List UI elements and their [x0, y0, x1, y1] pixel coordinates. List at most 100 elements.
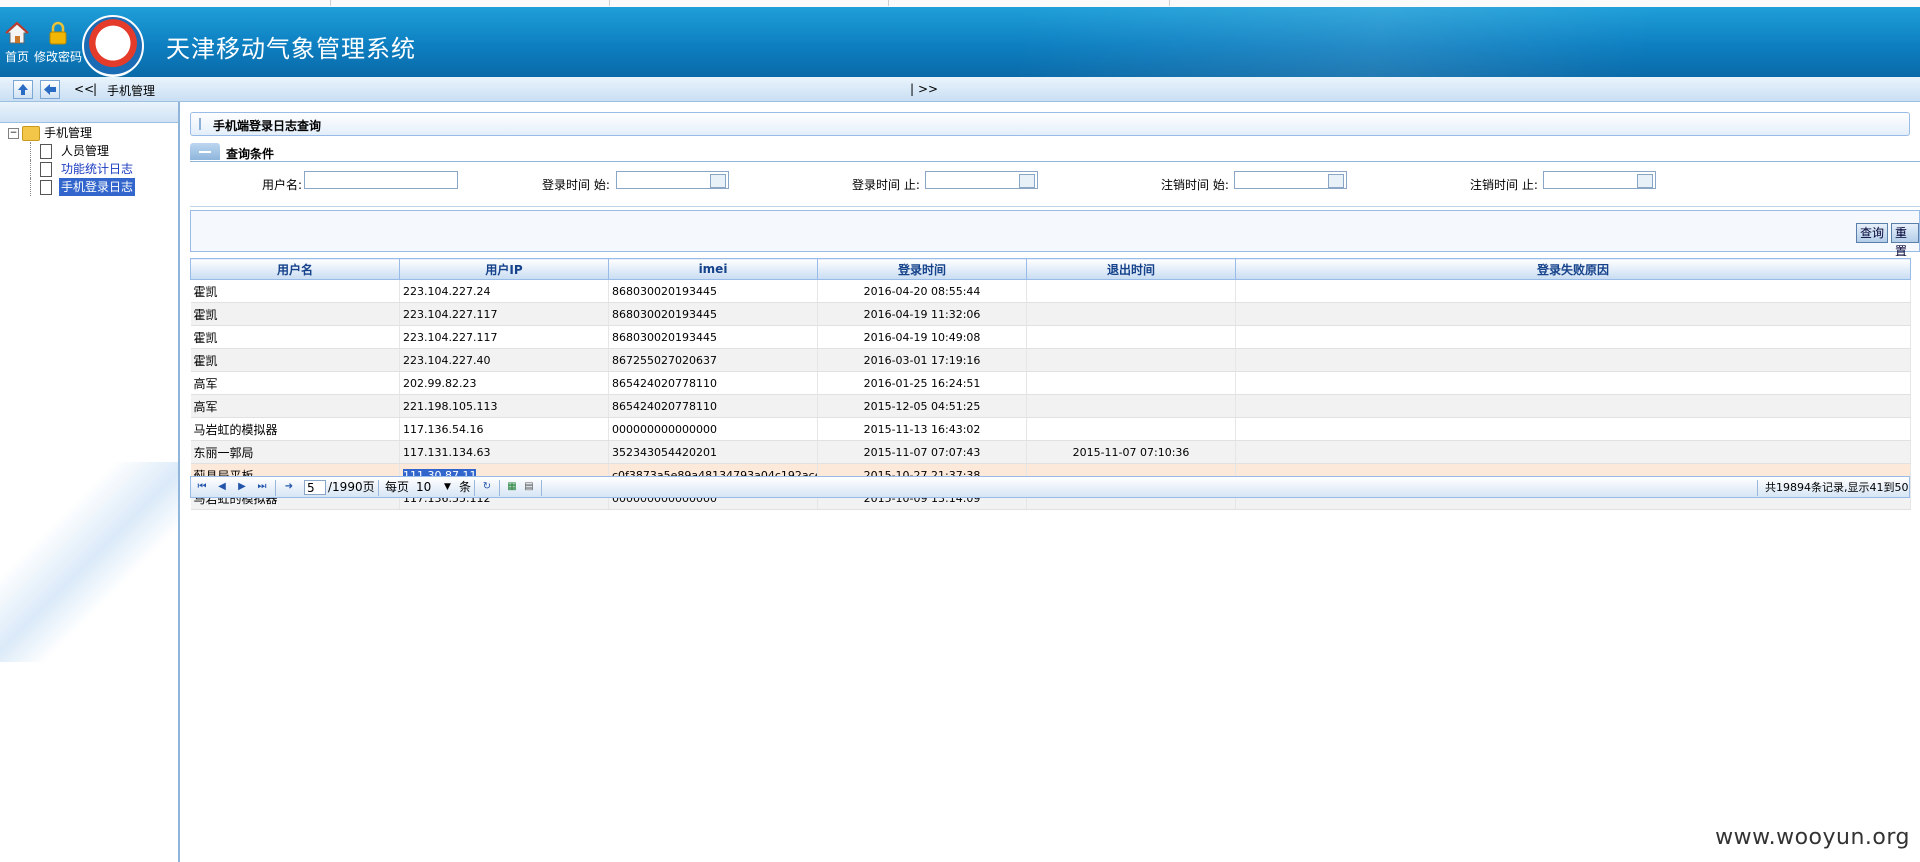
home-label: 首页: [4, 50, 29, 64]
table-row[interactable]: 霍凯 223.104.227.117 868030020193445 2016-…: [190, 302, 1911, 326]
first-page-icon[interactable]: ⏮: [196, 481, 208, 493]
calendar-icon[interactable]: [710, 174, 726, 188]
title-marker: [199, 118, 201, 130]
cell-login-time: 2015-11-13 16:43:02: [817, 417, 1027, 441]
table-row[interactable]: 高军 221.198.105.113 865424020778110 2015-…: [190, 394, 1911, 418]
login-to-input[interactable]: [925, 171, 1038, 189]
tree-item-label[interactable]: 手机登录日志: [59, 178, 136, 196]
breadcrumb-bar: << | 手机管理 | >>: [0, 77, 1920, 102]
pager-divider: [1757, 480, 1758, 496]
table-row[interactable]: 霍凯 223.104.227.117 868030020193445 2016-…: [190, 325, 1911, 349]
tree-line: [30, 160, 31, 178]
query-button[interactable]: 查询: [1856, 223, 1889, 243]
pager-divider: [499, 480, 500, 496]
username-input[interactable]: [304, 171, 458, 189]
refresh-icon[interactable]: ↻: [481, 481, 493, 493]
cell-ip: 117.131.134.63: [399, 440, 609, 464]
nav-back-button[interactable]: [40, 80, 60, 99]
cell-fail-reason: [1235, 417, 1911, 441]
per-page-unit: 条: [459, 480, 472, 494]
cell-imei: 868030020193445: [608, 279, 818, 303]
nav-up-button[interactable]: [13, 80, 33, 99]
folder-icon: [22, 126, 40, 141]
table-row[interactable]: 霍凯 223.104.227.24 868030020193445 2016-0…: [190, 279, 1911, 303]
login-log-grid: 用户名 用户IP imei 登录时间 退出时间 登录失败原因 霍凯 223.10…: [190, 258, 1911, 510]
home-icon: [0, 21, 34, 47]
cell-logout-time: [1026, 394, 1236, 418]
table-row[interactable]: 马岩虹的模拟器 117.136.54.16 000000000000000 20…: [190, 417, 1911, 441]
cell-imei: 865424020778110: [608, 394, 818, 418]
cell-logout-time: [1026, 371, 1236, 395]
pager-divider: [275, 480, 276, 496]
cell-login-time: 2016-04-19 11:32:06: [817, 302, 1027, 326]
cell-login-time: 2016-04-19 10:49:08: [817, 325, 1027, 349]
breadcrumb-current: 手机管理: [107, 84, 156, 98]
table-row[interactable]: 霍凯 223.104.227.40 867255027020637 2016-0…: [190, 348, 1911, 372]
record-summary: 共19894条记录,显示41到50: [1765, 481, 1909, 494]
column-header-fail-reason[interactable]: 登录失败原因: [1235, 258, 1911, 280]
left-nav-panel: − 手机管理 人员管理 功能统计日志 手机登录日志: [0, 102, 180, 862]
logout-from-input[interactable]: [1234, 171, 1347, 189]
table-row[interactable]: 高军 202.99.82.23 865424020778110 2016-01-…: [190, 371, 1911, 395]
column-header-ip[interactable]: 用户IP: [399, 258, 609, 280]
cell-fail-reason: [1235, 348, 1911, 372]
breadcrumb-separator: |: [910, 82, 915, 96]
cell-imei: 868030020193445: [608, 325, 818, 349]
calendar-icon[interactable]: [1637, 174, 1653, 188]
per-page-label: 每页: [385, 480, 410, 494]
cell-username: 霍凯: [190, 325, 400, 349]
cell-username: 高军: [190, 371, 400, 395]
tree-root-label[interactable]: 手机管理: [44, 124, 92, 142]
cell-ip: 221.198.105.113: [399, 394, 609, 418]
home-button[interactable]: 首页: [0, 21, 34, 65]
chevron-down-icon[interactable]: ▼: [444, 481, 451, 494]
breadcrumb-separator: |: [93, 82, 98, 96]
cell-ip: 223.104.227.117: [399, 302, 609, 326]
lock-icon: [34, 21, 82, 47]
collapse-icon[interactable]: −: [8, 128, 19, 139]
calendar-icon[interactable]: [1019, 174, 1035, 188]
logout-to-label: 注销时间 止:: [1470, 178, 1538, 192]
cell-fail-reason: [1235, 440, 1911, 464]
table-row[interactable]: 东丽一郭局 117.131.134.63 352343054420201 201…: [190, 440, 1911, 464]
calendar-icon[interactable]: [1328, 174, 1344, 188]
column-header-username[interactable]: 用户名: [190, 258, 400, 280]
column-header-logout-time[interactable]: 退出时间: [1026, 258, 1236, 280]
tree-item-label[interactable]: 人员管理: [61, 142, 109, 160]
login-from-label: 登录时间 始:: [542, 178, 610, 192]
go-page-icon[interactable]: ➜: [283, 481, 295, 493]
login-from-input[interactable]: [616, 171, 729, 189]
cell-imei: 865424020778110: [608, 371, 818, 395]
logout-to-input[interactable]: [1543, 171, 1656, 189]
export-excel-icon[interactable]: ▦: [506, 481, 518, 493]
pager-divider: [541, 480, 542, 496]
cell-ip: 223.104.227.24: [399, 279, 609, 303]
collapse-conditions-toggle[interactable]: [190, 143, 220, 160]
cell-fail-reason: [1235, 302, 1911, 326]
prev-page-icon[interactable]: ◀: [216, 481, 228, 493]
system-logo: [82, 15, 144, 77]
pager-divider: [474, 480, 475, 496]
column-header-imei[interactable]: imei: [608, 258, 818, 280]
tree-item-label[interactable]: 功能统计日志: [61, 160, 133, 178]
panel-title: 手机端登录日志查询: [213, 119, 322, 133]
last-page-icon[interactable]: ⏭: [256, 481, 268, 493]
next-page-icon[interactable]: ▶: [236, 481, 248, 493]
breadcrumb-next[interactable]: >>: [918, 82, 938, 96]
cell-login-time: 2015-11-07 07:07:43: [817, 440, 1027, 464]
cell-imei: 868030020193445: [608, 302, 818, 326]
reset-button[interactable]: 重置: [1891, 223, 1919, 258]
cell-username: 高军: [190, 394, 400, 418]
top-strip-segment: [610, 0, 889, 6]
cell-logout-time: [1026, 325, 1236, 349]
page-number-input[interactable]: 5: [304, 480, 326, 495]
header-decoration: [1020, 7, 1920, 77]
export-document-icon[interactable]: ▤: [523, 481, 535, 493]
cell-fail-reason: [1235, 371, 1911, 395]
column-header-login-time[interactable]: 登录时间: [817, 258, 1027, 280]
cell-login-time: 2016-03-01 17:19:16: [817, 348, 1027, 372]
left-panel-decoration: [0, 462, 178, 662]
per-page-select[interactable]: 10: [416, 481, 431, 494]
breadcrumb-prev[interactable]: <<: [74, 82, 94, 96]
change-password-button[interactable]: 修改密码: [34, 21, 82, 65]
